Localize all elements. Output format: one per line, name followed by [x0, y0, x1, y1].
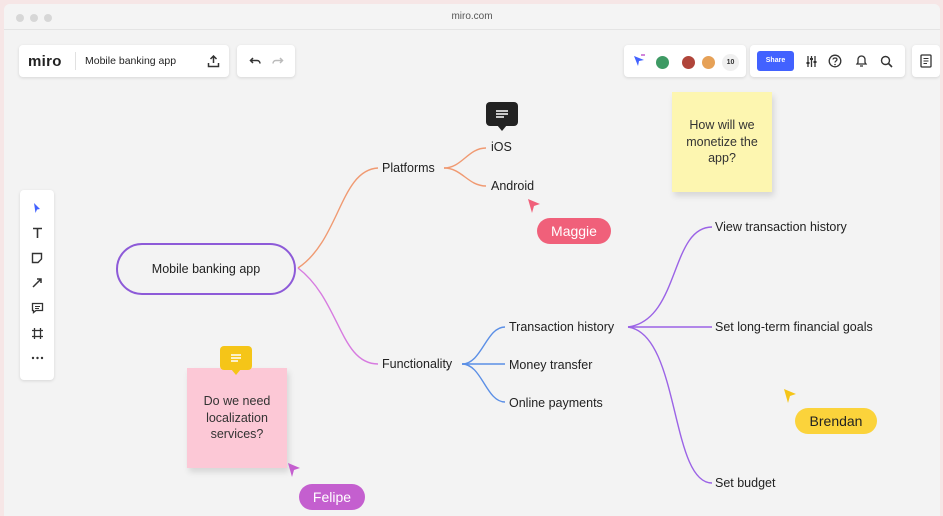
help-icon[interactable] — [827, 53, 843, 69]
divider — [75, 52, 76, 70]
frame-icon[interactable] — [20, 323, 54, 343]
node-platforms[interactable]: Platforms — [382, 161, 435, 175]
node-set-budget[interactable]: Set budget — [715, 476, 775, 490]
connector-platforms-android — [443, 167, 487, 187]
comment-bubble-icon[interactable] — [220, 346, 252, 370]
board-title[interactable]: Mobile banking app — [85, 55, 176, 67]
maggie-cursor-icon — [528, 199, 540, 213]
board-canvas[interactable]: miro Mobile banking app 10 Share Mobile … — [4, 30, 940, 516]
collaborators-panel: 10 — [624, 45, 746, 77]
sticky-note-monetize[interactable]: How will we monetize the app? — [672, 92, 772, 192]
felipe-cursor-icon — [288, 463, 300, 477]
comment-bubble-tail — [497, 125, 507, 131]
cursor-label-brendan: Brendan — [795, 408, 877, 434]
sticky-note-icon[interactable] — [20, 248, 54, 268]
sticky-note-text: Do we need localization services? — [203, 393, 271, 442]
node-money-transfer[interactable]: Money transfer — [509, 358, 592, 372]
settings-sliders-icon[interactable] — [803, 53, 819, 69]
search-icon[interactable] — [878, 53, 894, 69]
node-online-payments[interactable]: Online payments — [509, 396, 603, 410]
cursor-label-felipe: Felipe — [299, 484, 365, 510]
avatar[interactable] — [680, 54, 697, 71]
connector-th-budget — [627, 326, 713, 484]
connector-root-functionality — [297, 267, 379, 365]
node-ios[interactable]: iOS — [491, 140, 512, 154]
avatar[interactable] — [654, 54, 671, 71]
connector-platforms-ios — [443, 147, 487, 169]
browser-window: miro.com miro Mobile banking app 10 Shar… — [4, 4, 940, 516]
avatar[interactable] — [700, 54, 717, 71]
arrow-line-icon[interactable] — [20, 273, 54, 293]
undo-redo-panel — [237, 45, 295, 77]
connector-th-view — [627, 226, 713, 328]
node-functionality[interactable]: Functionality — [382, 357, 452, 371]
text-icon[interactable] — [20, 223, 54, 243]
more-icon[interactable] — [20, 348, 54, 368]
cursor-icon[interactable] — [20, 198, 54, 218]
comment-bubble-tail — [231, 369, 241, 375]
brendan-cursor-icon — [784, 389, 796, 403]
redo-icon[interactable] — [269, 53, 285, 69]
comment-icon[interactable] — [20, 298, 54, 318]
connector-func-transaction — [461, 326, 506, 365]
cursor-label-maggie: Maggie — [537, 218, 611, 244]
sticky-note-text: How will we monetize the app? — [686, 117, 758, 166]
export-icon[interactable] — [205, 53, 221, 69]
notes-icon[interactable] — [918, 53, 934, 69]
left-toolbar — [20, 190, 54, 380]
board-title-panel: miro Mobile banking app — [19, 45, 229, 77]
comment-bubble-icon[interactable] — [486, 102, 518, 126]
mindmap-root-node[interactable]: Mobile banking app — [116, 243, 296, 295]
connector-func-online — [461, 363, 506, 403]
node-view-transaction-history[interactable]: View transaction history — [715, 220, 847, 234]
node-set-financial-goals[interactable]: Set long-term financial goals — [715, 320, 873, 334]
miro-logo[interactable]: miro — [28, 53, 62, 70]
connector-root-platforms — [297, 167, 379, 269]
undo-icon[interactable] — [247, 53, 263, 69]
node-android[interactable]: Android — [491, 179, 534, 193]
node-transaction-history[interactable]: Transaction history — [509, 320, 614, 334]
browser-url: miro.com — [451, 11, 493, 22]
browser-titlebar: miro.com — [4, 4, 940, 30]
reactions-icon[interactable] — [632, 54, 646, 68]
share-button[interactable]: Share — [757, 51, 794, 71]
collaborator-count[interactable]: 10 — [722, 54, 739, 71]
sticky-note-localization[interactable]: Do we need localization services? — [187, 368, 287, 468]
notifications-bell-icon[interactable] — [853, 53, 869, 69]
board-menu-panel — [912, 45, 940, 77]
